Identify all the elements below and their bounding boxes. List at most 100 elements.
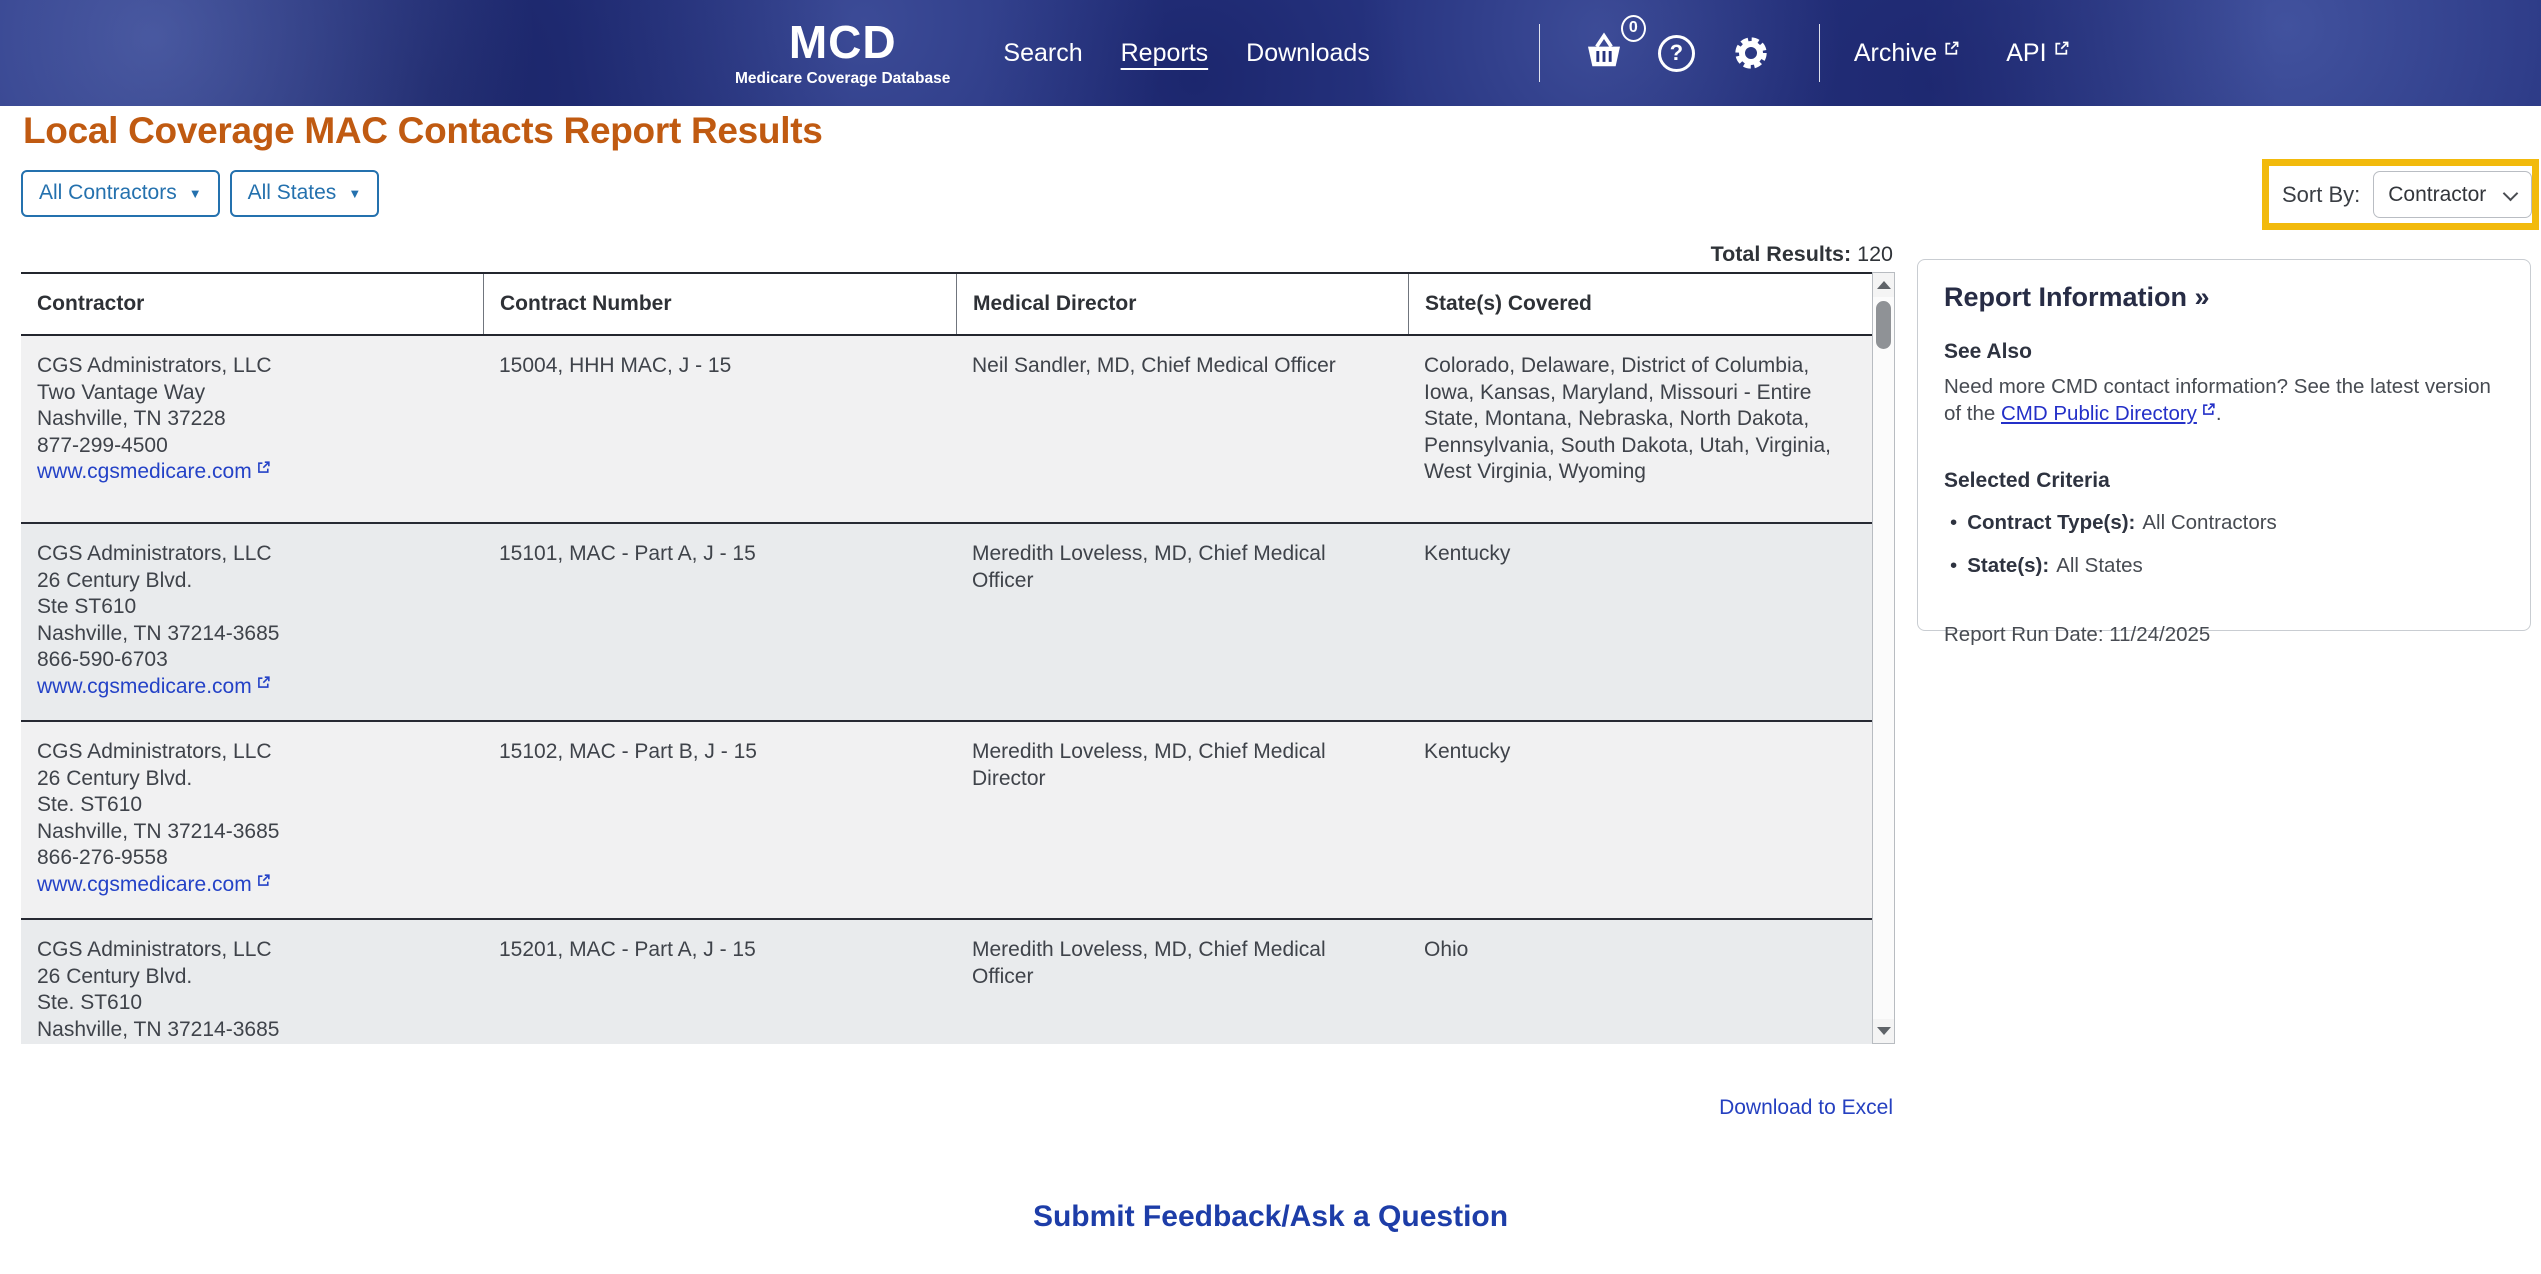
page: MCD Medicare Coverage Database Search Re… bbox=[0, 0, 2541, 1274]
criteria-label: State(s): bbox=[1967, 554, 2049, 577]
scrollbar-down-arrow[interactable] bbox=[1873, 1019, 1894, 1043]
address-line: 26 Century Blvd. bbox=[37, 964, 463, 991]
table-row: CGS Administrators, LLC Two Vantage Way … bbox=[21, 336, 1874, 522]
external-link-icon bbox=[1943, 35, 1960, 64]
phone-number: 866-590-6703 bbox=[37, 647, 463, 674]
all-states-label: All States bbox=[248, 181, 337, 205]
column-header-states-covered: State(s) Covered bbox=[1408, 274, 1874, 334]
address-line: Ste. ST610 bbox=[37, 792, 463, 819]
states-covered-cell: Ohio bbox=[1408, 920, 1874, 1044]
medical-director-cell: Meredith Loveless, MD, Chief Medical Dir… bbox=[956, 722, 1408, 918]
report-information-heading[interactable]: Report Information » bbox=[1944, 282, 2504, 313]
address-line: Ste. ST610 bbox=[37, 990, 463, 1017]
contractor-cell: CGS Administrators, LLC 26 Century Blvd.… bbox=[21, 524, 483, 720]
all-states-dropdown[interactable]: All States ▼ bbox=[230, 170, 380, 217]
total-results-value: 120 bbox=[1857, 242, 1893, 266]
scrollbar-thumb[interactable] bbox=[1876, 301, 1891, 349]
caret-down-icon: ▼ bbox=[189, 187, 202, 200]
medical-director-cell: Meredith Loveless, MD, Chief Medical Off… bbox=[956, 920, 1408, 1044]
criteria-list: • Contract Type(s): All Contractors • Sta… bbox=[1944, 509, 2504, 579]
see-also-suffix: . bbox=[2216, 402, 2222, 425]
table-row: CGS Administrators, LLC 26 Century Blvd.… bbox=[21, 522, 1874, 720]
download-to-excel-link[interactable]: Download to Excel bbox=[1719, 1096, 1893, 1119]
header-external-links: Archive API bbox=[1854, 39, 2070, 68]
website-link-label: www.cgsmedicare.com bbox=[37, 872, 252, 899]
address-line: Nashville, TN 37228 bbox=[37, 406, 463, 433]
address-line: Ste ST610 bbox=[37, 594, 463, 621]
table-header-row: Contractor Contract Number Medical Direc… bbox=[21, 274, 1874, 336]
download-to-excel-row: Download to Excel bbox=[21, 1096, 1893, 1120]
states-covered-cell: Kentucky bbox=[1408, 524, 1874, 720]
gear-icon[interactable] bbox=[1731, 33, 1771, 73]
all-contractors-label: All Contractors bbox=[39, 181, 177, 205]
cmd-public-directory-link[interactable]: CMD Public Directory bbox=[2001, 400, 2216, 427]
feedback-row: Submit Feedback/Ask a Question bbox=[0, 1200, 2541, 1234]
scrollbar-up-arrow[interactable] bbox=[1873, 273, 1894, 297]
address-line: Two Vantage Way bbox=[37, 380, 463, 407]
nav-search[interactable]: Search bbox=[1003, 39, 1082, 68]
contractor-cell: CGS Administrators, LLC 26 Century Blvd.… bbox=[21, 920, 483, 1044]
external-link-icon bbox=[256, 869, 271, 896]
table-row: CGS Administrators, LLC 26 Century Blvd.… bbox=[21, 918, 1874, 1044]
website-link-label: www.cgsmedicare.com bbox=[37, 674, 252, 701]
medical-director-cell: Meredith Loveless, MD, Chief Medical Off… bbox=[956, 524, 1408, 720]
header-inner: MCD Medicare Coverage Database Search Re… bbox=[735, 0, 2070, 106]
nav-reports[interactable]: Reports bbox=[1121, 39, 1209, 68]
header-icon-group: 0 ? bbox=[1568, 31, 1789, 76]
results-table: Contractor Contract Number Medical Direc… bbox=[21, 272, 1874, 1044]
bullet-icon: • bbox=[1950, 552, 1957, 579]
states-covered-cell: Colorado, Delaware, District of Columbia… bbox=[1408, 336, 1874, 522]
api-link[interactable]: API bbox=[2006, 39, 2069, 68]
contract-number-cell: 15102, MAC - Part B, J - 15 bbox=[483, 722, 956, 918]
website-link[interactable]: www.cgsmedicare.com bbox=[37, 872, 271, 899]
caret-down-icon: ▼ bbox=[348, 187, 361, 200]
triangle-down-icon bbox=[1877, 1027, 1891, 1035]
mcd-logo-text: MCD bbox=[789, 18, 897, 66]
address-line: 26 Century Blvd. bbox=[37, 766, 463, 793]
help-icon[interactable]: ? bbox=[1658, 35, 1695, 72]
criteria-label: Contract Type(s): bbox=[1967, 511, 2135, 534]
report-run-date: Report Run Date: 11/24/2025 bbox=[1944, 623, 2504, 647]
contractor-name: CGS Administrators, LLC bbox=[37, 739, 463, 766]
contract-number-cell: 15101, MAC - Part A, J - 15 bbox=[483, 524, 956, 720]
basket-button[interactable]: 0 bbox=[1582, 31, 1626, 76]
contractor-name: CGS Administrators, LLC bbox=[37, 353, 463, 380]
header-divider bbox=[1539, 24, 1540, 82]
contractor-cell: CGS Administrators, LLC Two Vantage Way … bbox=[21, 336, 483, 522]
contractor-name: CGS Administrators, LLC bbox=[37, 937, 463, 964]
phone-number: 866-590-6703 bbox=[37, 1043, 463, 1044]
phone-number: 877-299-4500 bbox=[37, 433, 463, 460]
address-line: Nashville, TN 37214-3685 bbox=[37, 1017, 463, 1044]
table-scrollbar[interactable] bbox=[1872, 272, 1895, 1044]
table-row: CGS Administrators, LLC 26 Century Blvd.… bbox=[21, 720, 1874, 918]
contract-number-cell: 15201, MAC - Part A, J - 15 bbox=[483, 920, 956, 1044]
address-line: 26 Century Blvd. bbox=[37, 568, 463, 595]
see-also-text: Need more CMD contact information? See t… bbox=[1944, 373, 2504, 427]
criteria-value: All Contractors bbox=[2142, 511, 2276, 534]
sort-by-value: Contractor bbox=[2388, 183, 2486, 207]
basket-icon bbox=[1582, 58, 1626, 75]
see-also-heading: See Also bbox=[1944, 340, 2504, 364]
sort-by-highlight: Sort By: Contractor bbox=[2262, 159, 2539, 230]
total-results: Total Results: 120 bbox=[21, 242, 1893, 267]
website-link-label: www.cgsmedicare.com bbox=[37, 459, 252, 486]
archive-link[interactable]: Archive bbox=[1854, 39, 1960, 68]
website-link[interactable]: www.cgsmedicare.com bbox=[37, 674, 271, 701]
triangle-up-icon bbox=[1877, 281, 1891, 289]
sort-by-select[interactable]: Contractor bbox=[2373, 171, 2532, 218]
all-contractors-dropdown[interactable]: All Contractors ▼ bbox=[21, 170, 220, 217]
medical-director-cell: Neil Sandler, MD, Chief Medical Officer bbox=[956, 336, 1408, 522]
filter-bar: All Contractors ▼ All States ▼ bbox=[21, 170, 379, 217]
external-link-icon bbox=[2201, 397, 2216, 424]
criteria-item-contract-type: • Contract Type(s): All Contractors bbox=[1944, 509, 2504, 536]
api-link-label: API bbox=[2006, 39, 2046, 68]
bullet-icon: • bbox=[1950, 509, 1957, 536]
contractor-name: CGS Administrators, LLC bbox=[37, 541, 463, 568]
mcd-logo[interactable]: MCD Medicare Coverage Database bbox=[735, 18, 950, 88]
external-link-icon bbox=[256, 671, 271, 698]
nav-downloads[interactable]: Downloads bbox=[1246, 39, 1370, 68]
submit-feedback-link[interactable]: Submit Feedback/Ask a Question bbox=[1033, 1200, 1508, 1233]
external-link-icon bbox=[256, 456, 271, 483]
website-link[interactable]: www.cgsmedicare.com bbox=[37, 459, 271, 486]
contractor-cell: CGS Administrators, LLC 26 Century Blvd.… bbox=[21, 722, 483, 918]
